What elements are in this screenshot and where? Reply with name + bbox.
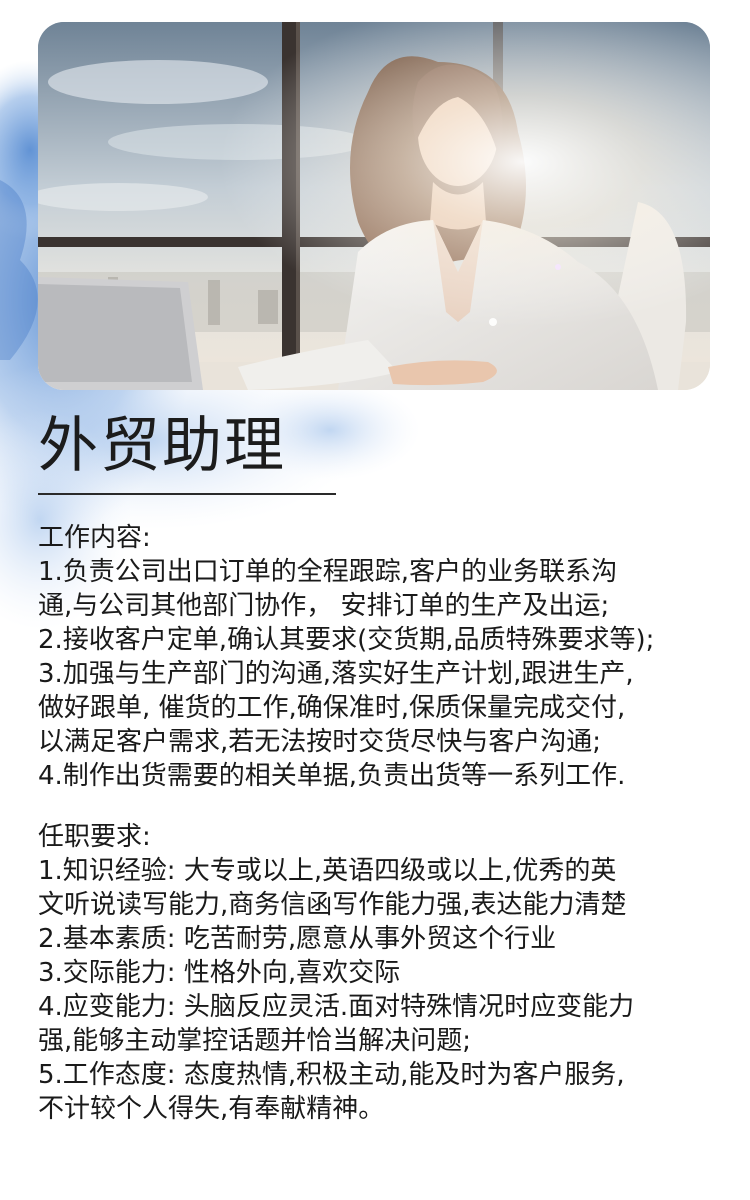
list-item: 通,与公司其他部门协作， 安排订单的生产及出运; — [38, 591, 610, 621]
list-item: 1.负责公司出口订单的全程跟踪,客户的业务联系沟 — [38, 557, 618, 587]
page-title: 外贸助理 — [38, 411, 286, 481]
list-item: 以满足客户需求,若无法按时交货尽快与客户沟通; — [38, 727, 602, 757]
list-item: 不计较个人得失,有奉献精神。 — [38, 1094, 385, 1124]
requirements-section: 任职要求: 1.知识经验: 大专或以上,英语四级或以上,优秀的英 文听说读写能力… — [38, 820, 738, 1126]
list-item: 5.工作态度: 态度热情,积极主动,能及时为客户服务, — [38, 1060, 625, 1090]
office-woman-illustration — [38, 22, 710, 390]
section-heading: 工作内容: — [38, 523, 151, 553]
list-item: 文听说读写能力,商务信函写作能力强,表达能力清楚 — [38, 890, 627, 920]
list-item: 2.基本素质: 吃苦耐劳,愿意从事外贸这个行业 — [38, 924, 557, 954]
list-item: 3.交际能力: 性格外向,喜欢交际 — [38, 958, 401, 988]
job-content-section: 工作内容: 1.负责公司出口订单的全程跟踪,客户的业务联系沟 通,与公司其他部门… — [38, 521, 738, 793]
hero-photo — [38, 22, 710, 390]
list-item: 4.应变能力: 头脑反应灵活.面对特殊情况时应变能力 — [38, 992, 635, 1022]
list-item: 4.制作出货需要的相关单据,负责出货等一系列工作. — [38, 761, 626, 791]
list-item: 3.加强与生产部门的沟通,落实好生产计划,跟进生产, — [38, 659, 634, 689]
list-item: 1.知识经验: 大专或以上,英语四级或以上,优秀的英 — [38, 856, 617, 886]
title-divider — [38, 493, 336, 495]
list-item: 强,能够主动掌控话题并恰当解决问题; — [38, 1026, 472, 1056]
list-item: 2.接收客户定单,确认其要求(交货期,品质特殊要求等); — [38, 625, 655, 655]
section-heading: 任职要求: — [38, 822, 151, 852]
list-item: 做好跟单, 催货的工作,确保准时,保质保量完成交付, — [38, 693, 626, 723]
